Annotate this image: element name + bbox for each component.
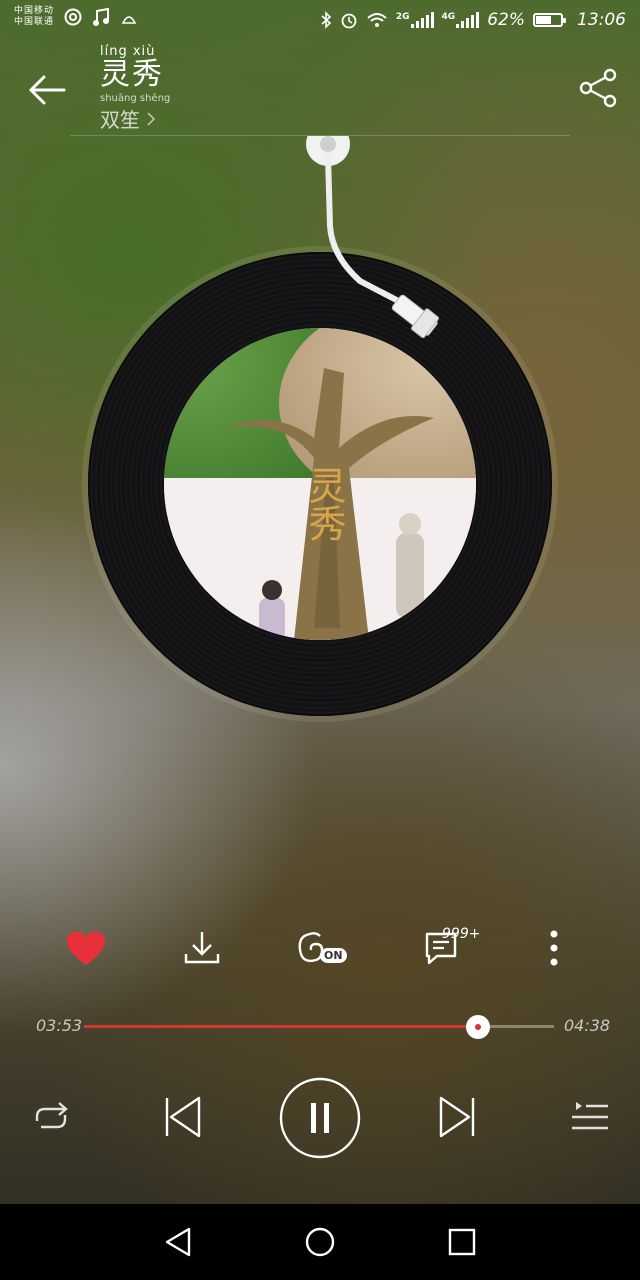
seek-thumb[interactable] [465,1015,490,1039]
share-button[interactable] [576,66,620,110]
song-title: 灵秀 [100,57,164,92]
chevron-right-icon [147,111,156,126]
network-type-1: 2G [395,12,410,22]
repeat-button[interactable] [26,1094,76,1140]
progress-bar: 03:53 04:38 [0,1004,640,1048]
song-info: líng xiù 灵秀 shuāng shēng 双笙 [100,44,170,133]
cover-calligraphy: 灵秀 [302,466,346,542]
signal-icon [410,12,434,28]
wifi-icon [367,13,387,27]
alarm-icon [341,13,357,29]
nav-back-icon [165,1227,191,1257]
bluetooth-icon [321,11,332,29]
artist-link[interactable]: 双笙 [100,104,170,133]
sound-effect-button[interactable]: ON [292,918,352,978]
comment-count: 999+ [442,926,481,942]
tonearm [306,136,440,339]
action-row: ON 999+ [0,918,640,978]
record-area[interactable]: 灵秀 [0,136,640,856]
seek-track[interactable] [84,1015,554,1039]
next-button[interactable] [432,1092,484,1142]
top-bar: líng xiù 灵秀 shuāng shēng 双笙 [0,44,640,136]
share-icon [579,68,617,108]
download-icon [184,932,220,964]
arrow-left-icon [28,75,66,105]
repeat-icon [35,1102,68,1129]
nav-recents-button[interactable] [442,1222,482,1262]
clock: 13:06 [577,10,626,30]
battery-icon [533,13,566,27]
artist-pinyin: shuāng shēng [100,93,171,104]
music-note-icon [93,7,110,26]
artist-name: 双笙 [100,108,140,132]
comments-button[interactable]: 999+ [412,918,480,978]
carrier-info: 中国移动 中国联通 [14,6,54,28]
total-time: 04:38 [564,1016,611,1035]
nav-back-button[interactable] [158,1222,198,1262]
previous-button[interactable] [156,1092,208,1142]
skip-next-icon [439,1096,475,1138]
more-vertical-icon [550,930,558,966]
netease-icon [64,8,82,26]
carrier-1: 中国移动 [14,6,55,16]
skip-previous-icon [165,1096,201,1138]
status-bar: 中国移动 中国联通 2G 4G 62% 13:06 [0,0,640,44]
system-nav-bar [0,1204,640,1280]
playback-controls [0,1074,640,1160]
more-button[interactable] [524,918,584,978]
playlist-button[interactable] [564,1094,614,1140]
nav-home-icon [305,1227,335,1257]
pause-icon [279,1077,361,1159]
pause-button[interactable] [278,1076,362,1160]
carrier-2: 中国联通 [14,17,55,27]
download-button[interactable] [172,918,232,978]
signal-icon [456,12,480,28]
heart-icon [66,931,106,965]
current-time: 03:53 [36,1016,83,1035]
network-type-2: 4G [441,12,456,22]
back-button[interactable] [24,66,72,114]
battery-percent: 62% [487,10,525,30]
app-icon [121,16,137,24]
like-button[interactable] [56,918,116,978]
seek-progress [84,1025,478,1028]
nav-recents-icon [448,1228,476,1256]
nav-home-button[interactable] [300,1222,340,1262]
playlist-icon [572,1102,608,1130]
effect-on-badge: ON [320,948,347,963]
